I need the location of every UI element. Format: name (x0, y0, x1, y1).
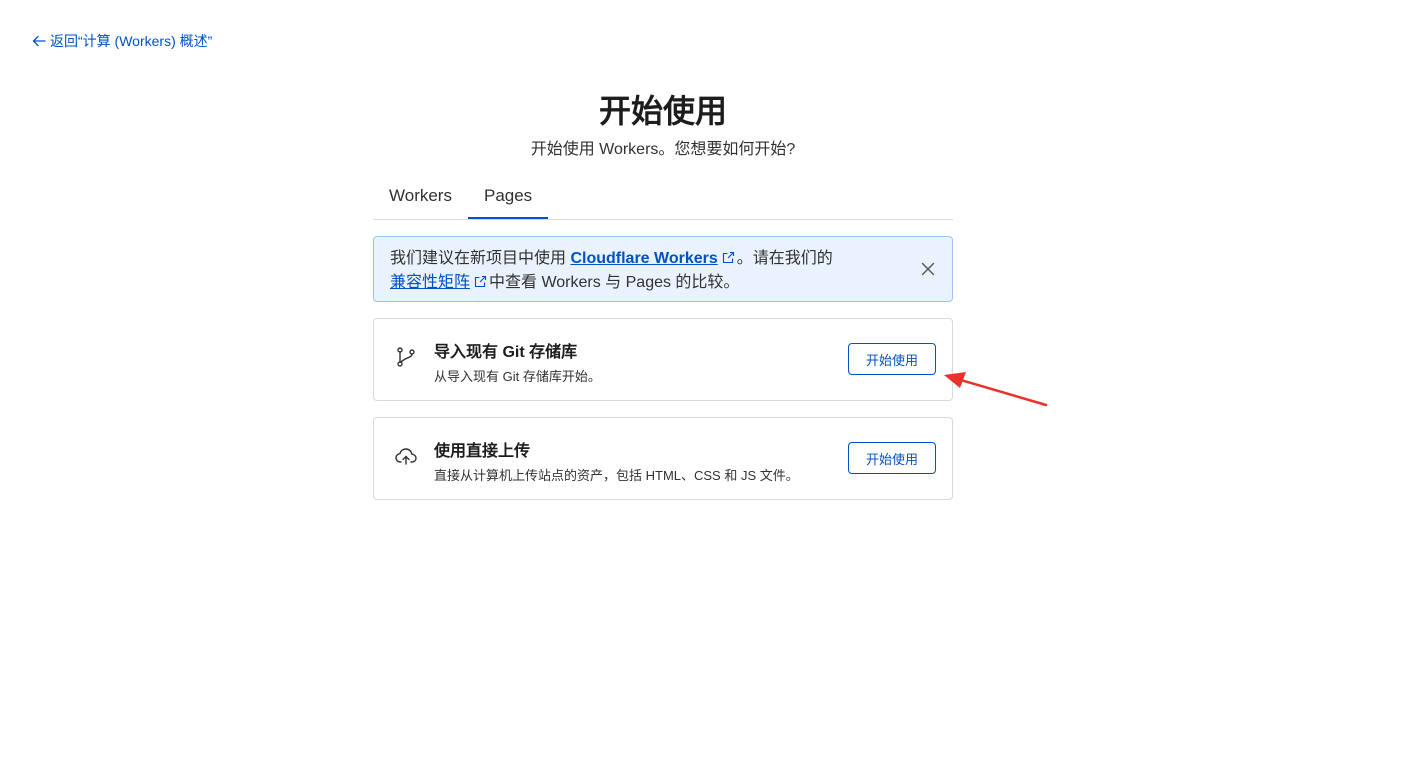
page-title: 开始使用 (598, 93, 727, 129)
external-link-icon (722, 251, 734, 264)
card-title: 使用直接上传 (434, 443, 531, 460)
info-notice: 我们建议在新项目中使用 Cloudflare Workers 。请在我们的兼容性矩… (373, 236, 953, 302)
cloud-upload-icon (395, 448, 417, 465)
compatibility-matrix-link[interactable]: 兼容性矩阵 (390, 274, 470, 291)
card-description: 直接从计算机上传站点的资产，包括 HTML、CSS 和 JS 文件。 (434, 468, 799, 483)
annotation-arrow-icon (944, 372, 1048, 407)
tab-bar: Workers Pages (373, 176, 953, 220)
cloudflare-workers-link[interactable]: Cloudflare Workers (570, 250, 717, 267)
notice-text: 中查看 Workers 与 Pages 的比较。 (489, 274, 740, 291)
back-link-label: 返回“计算 (Workers) 概述” (50, 33, 213, 49)
import-git-start-button[interactable]: 开始使用 (848, 343, 936, 375)
card-title: 导入现有 Git 存储库 (434, 344, 578, 361)
close-icon[interactable] (920, 261, 936, 277)
notice-text: 我们建议在新项目中使用 (390, 250, 571, 267)
tab-pages[interactable]: Pages (467, 176, 549, 219)
tab-workers[interactable]: Workers (373, 176, 468, 219)
external-link-icon (474, 275, 487, 288)
arrow-left-icon (32, 35, 46, 47)
card-direct-upload: 使用直接上传 直接从计算机上传站点的资产，包括 HTML、CSS 和 JS 文件… (373, 417, 953, 500)
notice-text: 。请在我们的 (736, 250, 833, 267)
git-branch-icon (397, 347, 415, 367)
page-subtitle: 开始使用 Workers。您想要如何开始? (530, 141, 796, 158)
card-import-git: 导入现有 Git 存储库 从导入现有 Git 存储库开始。 开始使用 (373, 318, 953, 401)
card-description: 从导入现有 Git 存储库开始。 (434, 369, 601, 384)
back-link[interactable]: 返回“计算 (Workers) 概述” (32, 31, 212, 51)
direct-upload-start-button[interactable]: 开始使用 (848, 442, 936, 474)
